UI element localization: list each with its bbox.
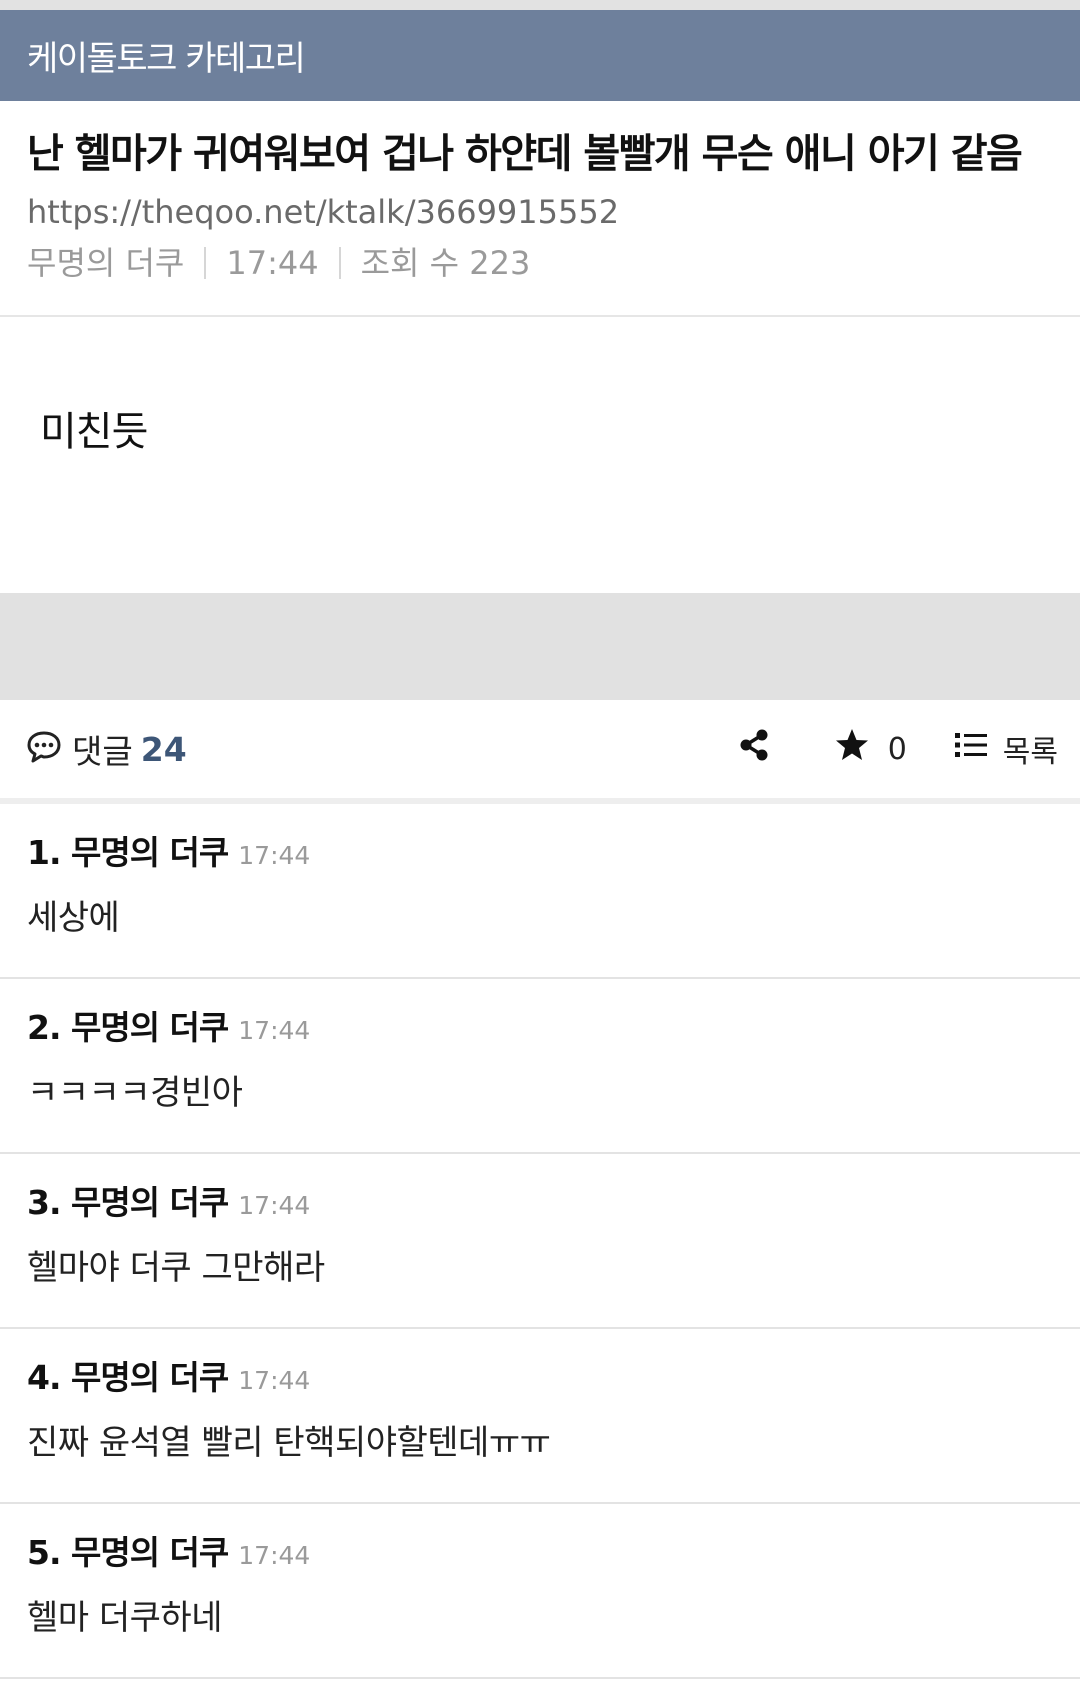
list-label: 목록	[1002, 735, 1058, 770]
list-button[interactable]: 목록	[954, 727, 1058, 771]
list-icon	[954, 731, 987, 767]
comment-count: 24	[140, 729, 187, 769]
comment-label: 댓글	[72, 732, 133, 771]
share-button[interactable]	[738, 728, 770, 770]
comment-author: 1. 무명의 더쿠	[27, 833, 229, 872]
post-body: 미친듯	[0, 317, 1080, 593]
category-title[interactable]: 케이돌토크 카테고리	[27, 31, 306, 80]
comment-time: 17:44	[238, 1541, 311, 1570]
comment-item: 4. 무명의 더쿠 17:44 진짜 윤석열 빨리 탄핵되야할텐데ㅠㅠ	[0, 1329, 1080, 1504]
post-header: 난 헬마가 귀여워보여 겁나 하얀데 볼빨개 무슨 애니 아기 같음 https…	[0, 101, 1080, 317]
comment-time: 17:44	[238, 1191, 311, 1220]
comment-header: 2. 무명의 더쿠 17:44	[27, 1005, 1080, 1054]
top-strip	[0, 0, 1080, 10]
comment-summary: 댓글 24	[26, 725, 738, 773]
comment-author: 5. 무명의 더쿠	[27, 1533, 229, 1572]
comment-text: ㅋㅋㅋㅋ경빈아	[27, 1073, 243, 1113]
category-header[interactable]: 케이돌토크 카테고리	[0, 10, 1080, 101]
comment-item: 1. 무명의 더쿠 17:44 세상에	[0, 804, 1080, 979]
comment-item: 5. 무명의 더쿠 17:44 헬마 더쿠하네	[0, 1504, 1080, 1679]
comment-item: 2. 무명의 더쿠 17:44 ㅋㅋㅋㅋ경빈아	[0, 979, 1080, 1154]
comment-author: 4. 무명의 더쿠	[27, 1358, 229, 1397]
comment-item: 3. 무명의 더쿠 17:44 헬마야 더쿠 그만해라	[0, 1154, 1080, 1329]
comment-time: 17:44	[238, 1366, 311, 1395]
comment-text: 헬마 더쿠하네	[27, 1598, 223, 1638]
comment-header: 4. 무명의 더쿠 17:44	[27, 1355, 1080, 1404]
comment-text: 진짜 윤석열 빨리 탄핵되야할텐데ㅠㅠ	[27, 1423, 551, 1463]
comment-author: 3. 무명의 더쿠	[27, 1183, 229, 1222]
comment-list: 1. 무명의 더쿠 17:44 세상에 2. 무명의 더쿠 17:44 ㅋㅋㅋㅋ…	[0, 804, 1080, 1679]
comment-icon	[26, 730, 62, 768]
post-title: 난 헬마가 귀여워보여 겁나 하얀데 볼빨개 무슨 애니 아기 같음	[27, 131, 1023, 177]
favorite-button[interactable]: 0	[834, 728, 907, 770]
comment-text: 세상에	[27, 898, 120, 938]
post-author: 무명의 더쿠	[27, 244, 185, 282]
meta-divider	[204, 247, 207, 279]
comment-time: 17:44	[238, 1016, 311, 1045]
favorite-count: 0	[887, 731, 907, 767]
comment-text: 헬마야 더쿠 그만해라	[27, 1248, 325, 1288]
post-body-text: 미친듯	[40, 409, 148, 455]
post-url[interactable]: https://theqoo.net/ktalk/3669915552	[27, 189, 1053, 235]
action-bar: 댓글 24 0 목록	[0, 700, 1080, 804]
post-meta: 무명의 더쿠 17:44 조회 수 223	[27, 235, 1053, 291]
post-time: 17:44	[226, 244, 319, 282]
section-gap	[0, 593, 1080, 700]
post-views: 조회 수 223	[360, 244, 531, 282]
star-icon	[834, 728, 870, 770]
comment-header: 3. 무명의 더쿠 17:44	[27, 1180, 1080, 1229]
meta-divider	[338, 247, 341, 279]
comment-header: 1. 무명의 더쿠 17:44	[27, 830, 1080, 879]
comment-header: 5. 무명의 더쿠 17:44	[27, 1530, 1080, 1579]
comment-time: 17:44	[238, 841, 311, 870]
comment-author: 2. 무명의 더쿠	[27, 1008, 229, 1047]
share-icon	[738, 728, 770, 770]
